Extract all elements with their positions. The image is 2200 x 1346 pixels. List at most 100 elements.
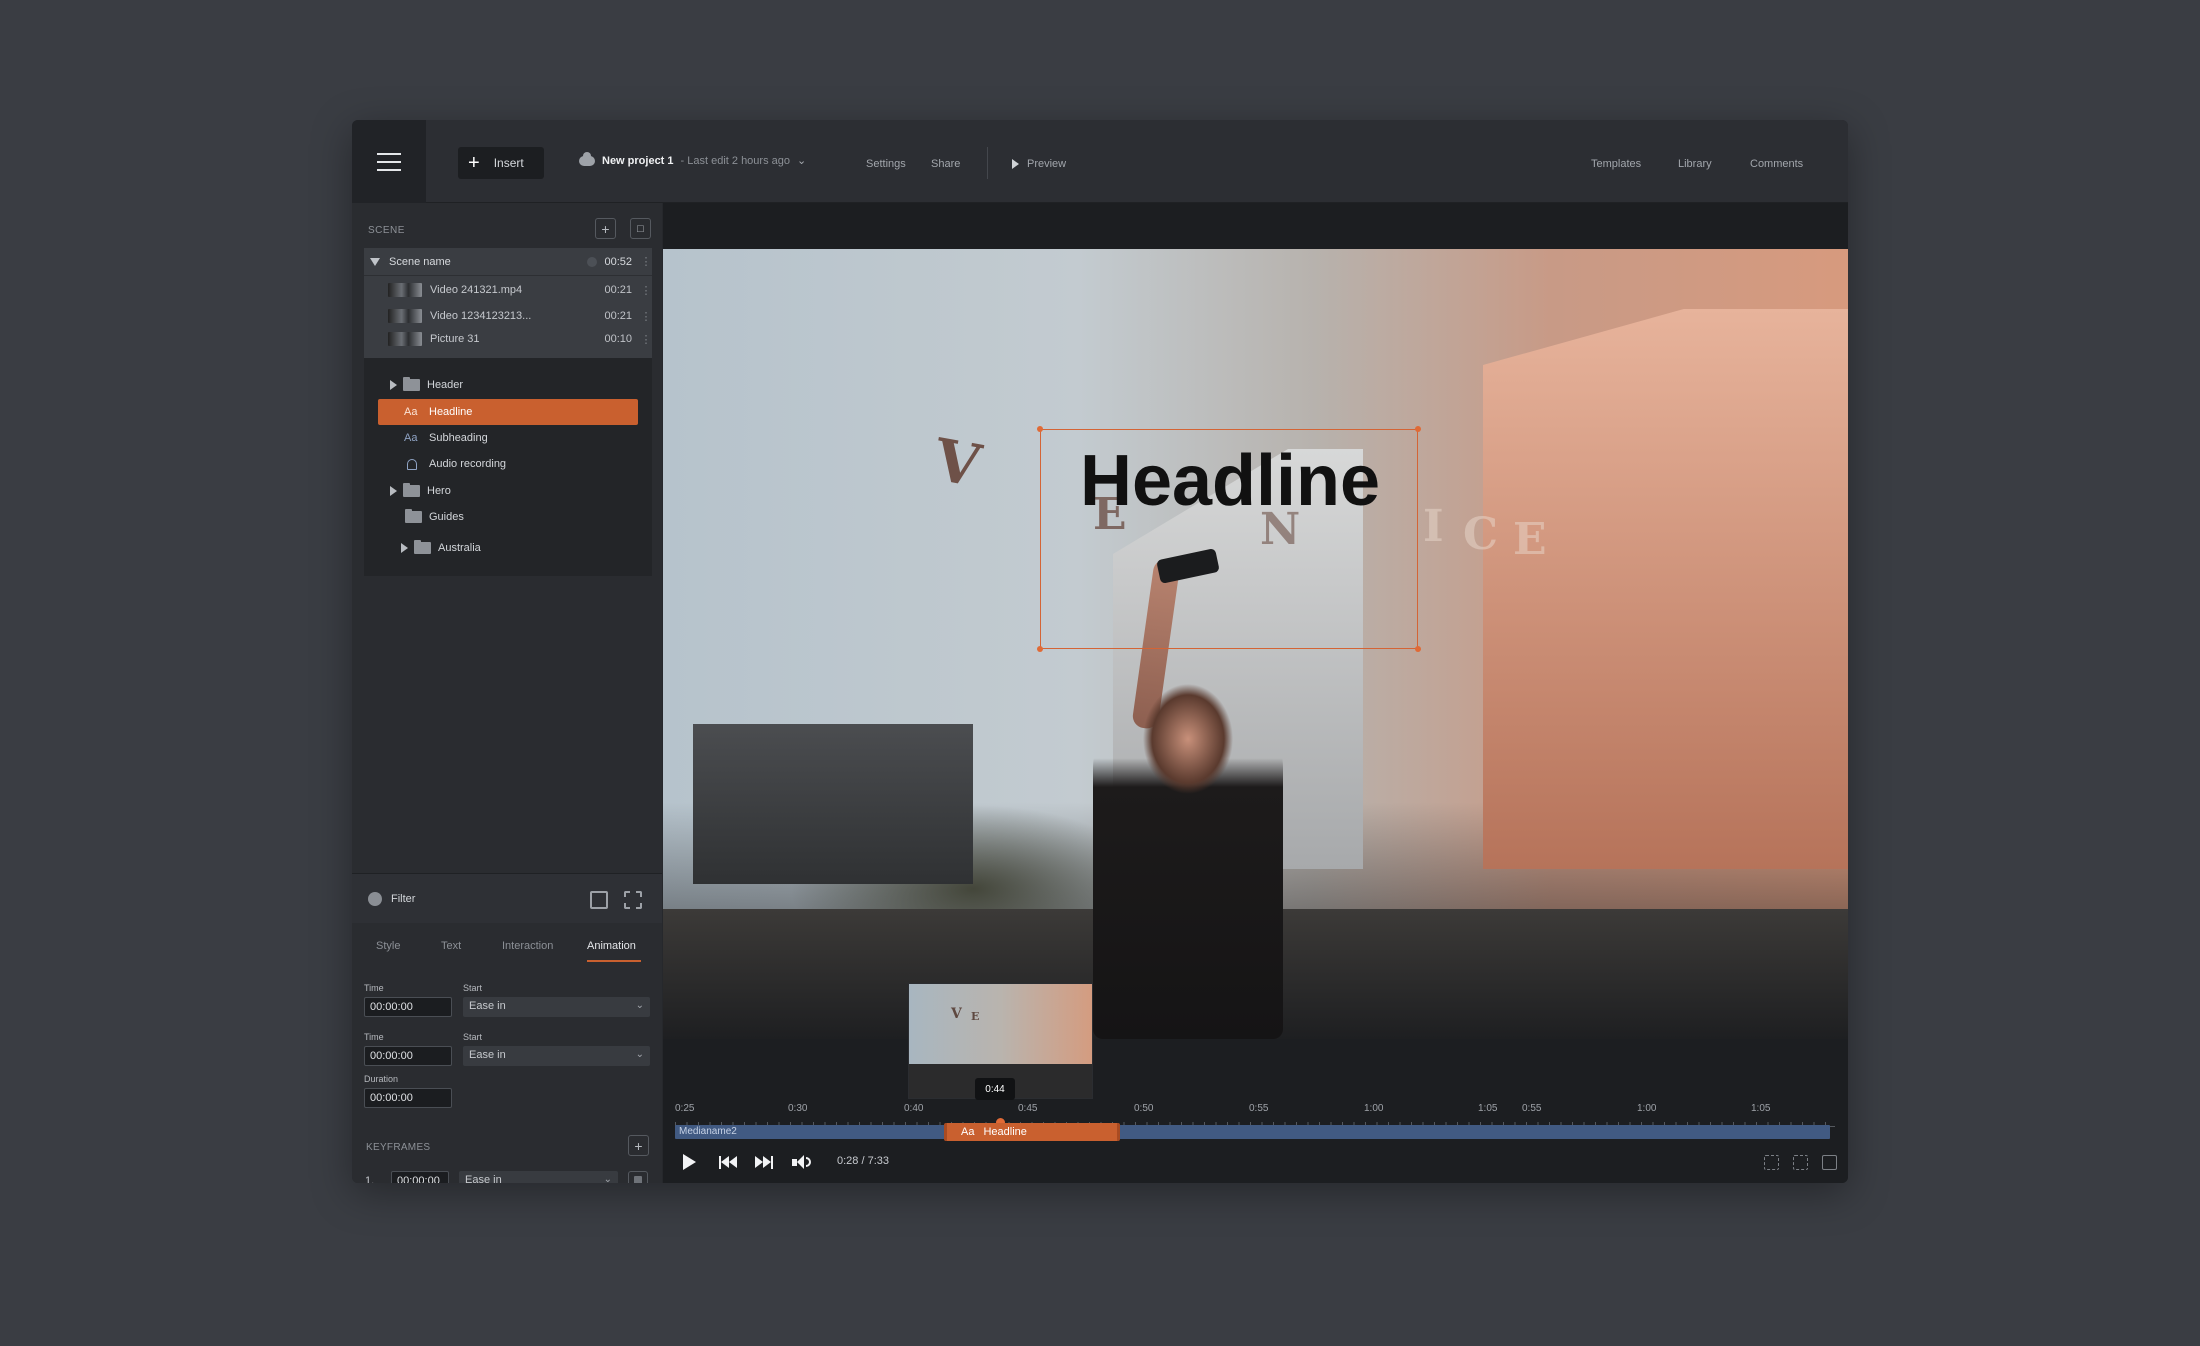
play-icon[interactable] — [678, 1151, 700, 1173]
clip-label: Headline — [983, 1126, 1027, 1138]
text-layer-icon: Aa — [404, 432, 418, 444]
scene-duration: 00:52 — [604, 255, 632, 268]
ease-value: Ease in — [469, 1049, 506, 1061]
crop-icon[interactable] — [624, 891, 642, 909]
scene-row[interactable]: Scene name 00:52 ⋮ — [364, 248, 652, 276]
expand-triangle-icon[interactable] — [390, 486, 397, 496]
add-scene-button[interactable]: + — [595, 218, 616, 239]
keyframes-label: KEYFRAMES — [366, 1142, 431, 1153]
library-link[interactable]: Library — [1678, 158, 1712, 170]
tick-label: 1:05 — [1478, 1103, 1498, 1114]
ease-select[interactable]: Ease in ⌄ — [463, 997, 650, 1017]
media-item[interactable]: Video 1234123213... 00:21 ⋮ — [364, 304, 652, 328]
main-area: V E N I C E Headline V E 0:44 0:25 0:30 … — [663, 203, 1848, 1183]
media-item[interactable]: Picture 31 00:10 ⋮ — [364, 327, 652, 351]
media-name: Video 1234123213... — [430, 310, 532, 322]
filter-bar: Filter — [352, 873, 662, 923]
tab-interaction[interactable]: Interaction — [502, 940, 553, 952]
editor-window: + Insert New project 1 - Last edit 2 hou… — [352, 120, 1848, 1183]
headline-clip[interactable]: Aa Headline — [944, 1123, 1120, 1141]
playback-controls: 0:28 / 7:33 — [663, 1151, 1848, 1181]
chevron-down-icon: ⌄ — [635, 1000, 644, 1011]
ease-value: Ease in — [465, 1174, 502, 1183]
sign-letter: I — [1423, 501, 1444, 552]
resize-handle[interactable] — [1415, 646, 1421, 652]
lock-icon[interactable] — [587, 256, 598, 267]
skip-back-icon[interactable] — [717, 1151, 739, 1173]
sign-letter: E — [1513, 514, 1547, 565]
more-options-icon[interactable]: ⋮ — [640, 310, 652, 323]
resize-handle[interactable] — [1037, 646, 1043, 652]
insert-button[interactable]: + Insert — [458, 147, 544, 179]
tick-label: 0:55 — [1522, 1103, 1542, 1114]
keyframe-ease-select[interactable]: Ease in ⌄ — [459, 1171, 618, 1183]
more-options-icon[interactable]: ⋮ — [640, 284, 652, 297]
building-image — [1483, 309, 1848, 869]
more-options-icon[interactable]: ⋮ — [640, 255, 652, 268]
resize-handle[interactable] — [1415, 426, 1421, 432]
trash-icon[interactable] — [628, 1171, 648, 1183]
layer-subheading[interactable]: Aa Subheading — [404, 425, 488, 451]
person-image — [1093, 679, 1283, 1039]
fit-icon[interactable] — [590, 891, 608, 909]
layer-label: Audio recording — [429, 458, 507, 470]
preview-button[interactable]: Preview — [1012, 158, 1066, 170]
tick-label: 0:40 — [904, 1103, 924, 1114]
tab-text[interactable]: Text — [441, 940, 461, 952]
more-options-icon[interactable]: ⋮ — [640, 333, 652, 346]
fit-screen-icon[interactable] — [1764, 1155, 1779, 1170]
folder-icon — [403, 377, 420, 391]
plus-icon: + — [468, 152, 480, 174]
start-label: Start — [463, 983, 483, 993]
duration-input[interactable]: 00:00:00 — [364, 1088, 452, 1108]
settings-link[interactable]: Settings — [866, 158, 906, 170]
ease-value: Ease in — [469, 1000, 506, 1012]
sign-letter: V — [929, 425, 986, 501]
add-keyframe-button[interactable]: + — [628, 1135, 649, 1156]
skip-forward-icon[interactable] — [753, 1151, 775, 1173]
layer-australia[interactable]: Australia — [401, 535, 481, 561]
expand-icon[interactable]: □ — [630, 218, 651, 239]
headline-text[interactable]: Headline — [1041, 440, 1419, 522]
layer-hero[interactable]: Hero — [390, 478, 451, 504]
layer-audio-recording[interactable]: Audio recording — [404, 451, 506, 477]
bell-icon — [407, 458, 417, 470]
layer-headline[interactable]: Aa Headline — [378, 399, 638, 425]
headline-selection-box[interactable]: Headline — [1037, 426, 1421, 652]
track-label: Medianame2 — [679, 1126, 737, 1137]
time-input[interactable]: 00:00:00 — [364, 1046, 452, 1066]
filter-icon[interactable] — [368, 891, 382, 906]
tick-label: 0:25 — [675, 1103, 695, 1114]
hamburger-menu-icon[interactable] — [352, 120, 426, 203]
picture-in-picture-icon[interactable] — [1822, 1155, 1837, 1170]
volume-icon[interactable] — [790, 1151, 812, 1173]
media-thumbnail — [388, 332, 422, 346]
media-item[interactable]: Video 241321.mp4 00:21 ⋮ — [364, 278, 652, 302]
share-link[interactable]: Share — [931, 158, 960, 170]
play-icon — [1012, 159, 1019, 169]
resize-handle[interactable] — [1037, 426, 1043, 432]
layer-header[interactable]: Header — [390, 372, 463, 398]
collapse-triangle-icon[interactable] — [370, 257, 380, 266]
duration-label: Duration — [364, 1074, 399, 1084]
chevron-down-icon[interactable]: ⌄ — [797, 154, 806, 167]
ease-select[interactable]: Ease in ⌄ — [463, 1046, 650, 1066]
comments-link[interactable]: Comments — [1750, 158, 1803, 170]
expand-triangle-icon[interactable] — [401, 543, 408, 553]
tick-label: 0:50 — [1134, 1103, 1154, 1114]
insert-label: Insert — [493, 156, 524, 170]
media-track[interactable] — [675, 1125, 1830, 1139]
sign-letter: V — [951, 1006, 962, 1022]
expand-triangle-icon[interactable] — [390, 380, 397, 390]
fullscreen-icon[interactable] — [1793, 1155, 1808, 1170]
sign-letter: E — [971, 1010, 980, 1023]
templates-link[interactable]: Templates — [1591, 158, 1641, 170]
keyframe-time-input[interactable]: 00:00:00 — [391, 1171, 449, 1183]
layer-guides[interactable]: Guides — [405, 504, 464, 530]
tab-animation[interactable]: Animation — [587, 940, 636, 952]
project-info[interactable]: New project 1 - Last edit 2 hours ago ⌄ — [579, 151, 806, 167]
video-canvas[interactable]: V E N I C E Headline — [663, 249, 1848, 1039]
time-input[interactable]: 00:00:00 — [364, 997, 452, 1017]
tab-style[interactable]: Style — [376, 940, 400, 952]
preview-label: Preview — [1027, 158, 1067, 170]
